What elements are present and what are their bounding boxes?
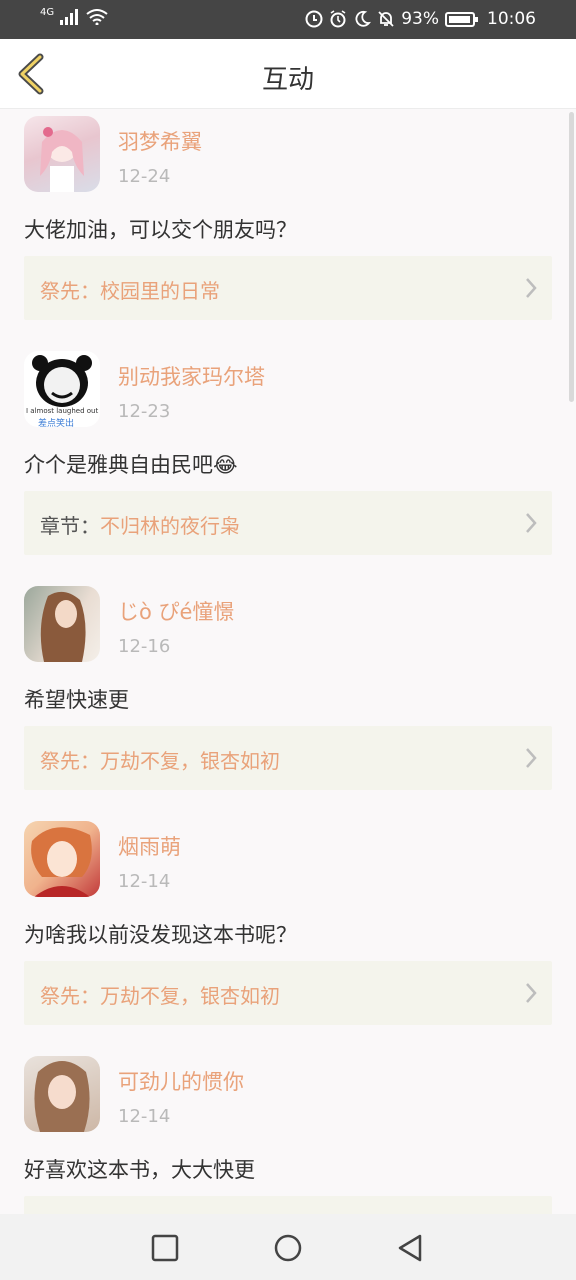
status-bar: 4G 93% 10:06 — [0, 0, 576, 39]
wifi-icon — [86, 9, 108, 25]
comment-text: 希望快速更 — [24, 688, 129, 712]
user-name[interactable]: 烟雨萌 — [118, 831, 181, 861]
chevron-right-icon — [526, 513, 537, 533]
user-name[interactable]: 羽梦希翼 — [118, 126, 202, 156]
chapter-ref[interactable]: 祭先：校园里的日常 — [24, 256, 552, 320]
avatar-image — [40, 591, 86, 662]
user-name[interactable]: じò ぴé憧憬 — [118, 596, 234, 626]
battery-icon — [445, 11, 478, 27]
page-title: 互动 — [261, 65, 314, 95]
chapter-ref-label: 祭先： — [40, 279, 100, 303]
comment-text: 为啥我以前没发现这本书呢？ — [24, 923, 297, 947]
recent-apps-icon[interactable] — [151, 1234, 179, 1262]
avatar-image — [40, 127, 84, 192]
battery-percent: 93% — [401, 9, 439, 29]
chapter-ref[interactable]: 祭先：万劫不复，银杏如初 — [24, 726, 552, 790]
chapter-ref-title: 万劫不复，银杏如初 — [100, 984, 280, 1008]
chapter-ref-label: 祭先： — [40, 749, 100, 773]
status-right: 93% 10:06 — [305, 9, 536, 29]
chapter-ref-label: 章节： — [40, 514, 100, 538]
back-triangle-icon[interactable] — [396, 1234, 424, 1262]
home-icon[interactable] — [274, 1234, 302, 1262]
comment-text: 好喜欢这本书，大大快更 — [24, 1158, 255, 1182]
chapter-ref-text: 章节：不归林的夜行枭 — [40, 510, 240, 539]
comment-date: 12-14 — [118, 1106, 171, 1127]
status-left: 4G — [40, 6, 108, 25]
chevron-right-icon — [526, 278, 537, 298]
user-name[interactable]: 别动我家玛尔塔 — [118, 361, 265, 391]
alarm-icon — [330, 10, 346, 28]
user-name[interactable]: 可劲儿的惯你 — [118, 1066, 244, 1096]
system-nav-bar — [0, 1214, 576, 1280]
mute-icon — [378, 11, 394, 27]
clock-time: 10:06 — [487, 9, 536, 29]
network-type: 4G — [40, 6, 55, 18]
chapter-ref-title: 万劫不复，银杏如初 — [100, 749, 280, 773]
signal-icon — [60, 9, 79, 25]
chapter-ref[interactable]: 章节：不归林的夜行枭 — [24, 491, 552, 555]
chevron-right-icon — [526, 748, 537, 768]
chapter-ref[interactable]: 祭先：万劫不复，银杏如初 — [24, 961, 552, 1025]
avatar-image — [31, 827, 92, 897]
comment-date: 12-16 — [118, 636, 171, 657]
chapter-ref-text: 祭先：校园里的日常 — [40, 275, 220, 304]
chapter-ref-text: 祭先：万劫不复，银杏如初 — [40, 980, 280, 1009]
chapter-ref-title: 不归林的夜行枭 — [100, 514, 240, 538]
avatar[interactable] — [24, 1056, 100, 1132]
app-header: 互动 — [0, 39, 576, 109]
avatar[interactable] — [24, 821, 100, 897]
chevron-right-icon — [526, 983, 537, 1003]
chapter-ref-text: 祭先：万劫不复，银杏如初 — [40, 745, 280, 774]
avatar[interactable]: I almost laughed out loud 差点笑出 — [24, 351, 100, 427]
comment-date: 12-14 — [118, 871, 171, 892]
avatar-caption-en: I almost laughed out loud — [26, 407, 100, 415]
moon-icon — [355, 10, 372, 27]
avatar[interactable] — [24, 586, 100, 662]
avatar[interactable] — [24, 116, 100, 192]
data-saver-icon — [305, 10, 323, 28]
chapter-ref-label: 祭先： — [40, 984, 100, 1008]
comment-text: 大佬加油，可以交个朋友吗？ — [24, 218, 297, 242]
comment-text: 介个是雅典自由民吧😂 — [24, 453, 238, 477]
chapter-ref-title: 校园里的日常 — [100, 279, 220, 303]
comment-date: 12-23 — [118, 401, 171, 422]
interaction-list[interactable]: 羽梦希翼 12-24 大佬加油，可以交个朋友吗？ 祭先：校园里的日常 I alm… — [0, 110, 576, 1214]
chapter-ref[interactable] — [24, 1196, 552, 1214]
comment-date: 12-24 — [118, 166, 171, 187]
scrollbar[interactable] — [569, 112, 574, 402]
avatar-image — [34, 1061, 90, 1132]
avatar-caption-cn: 差点笑出 — [38, 419, 75, 427]
